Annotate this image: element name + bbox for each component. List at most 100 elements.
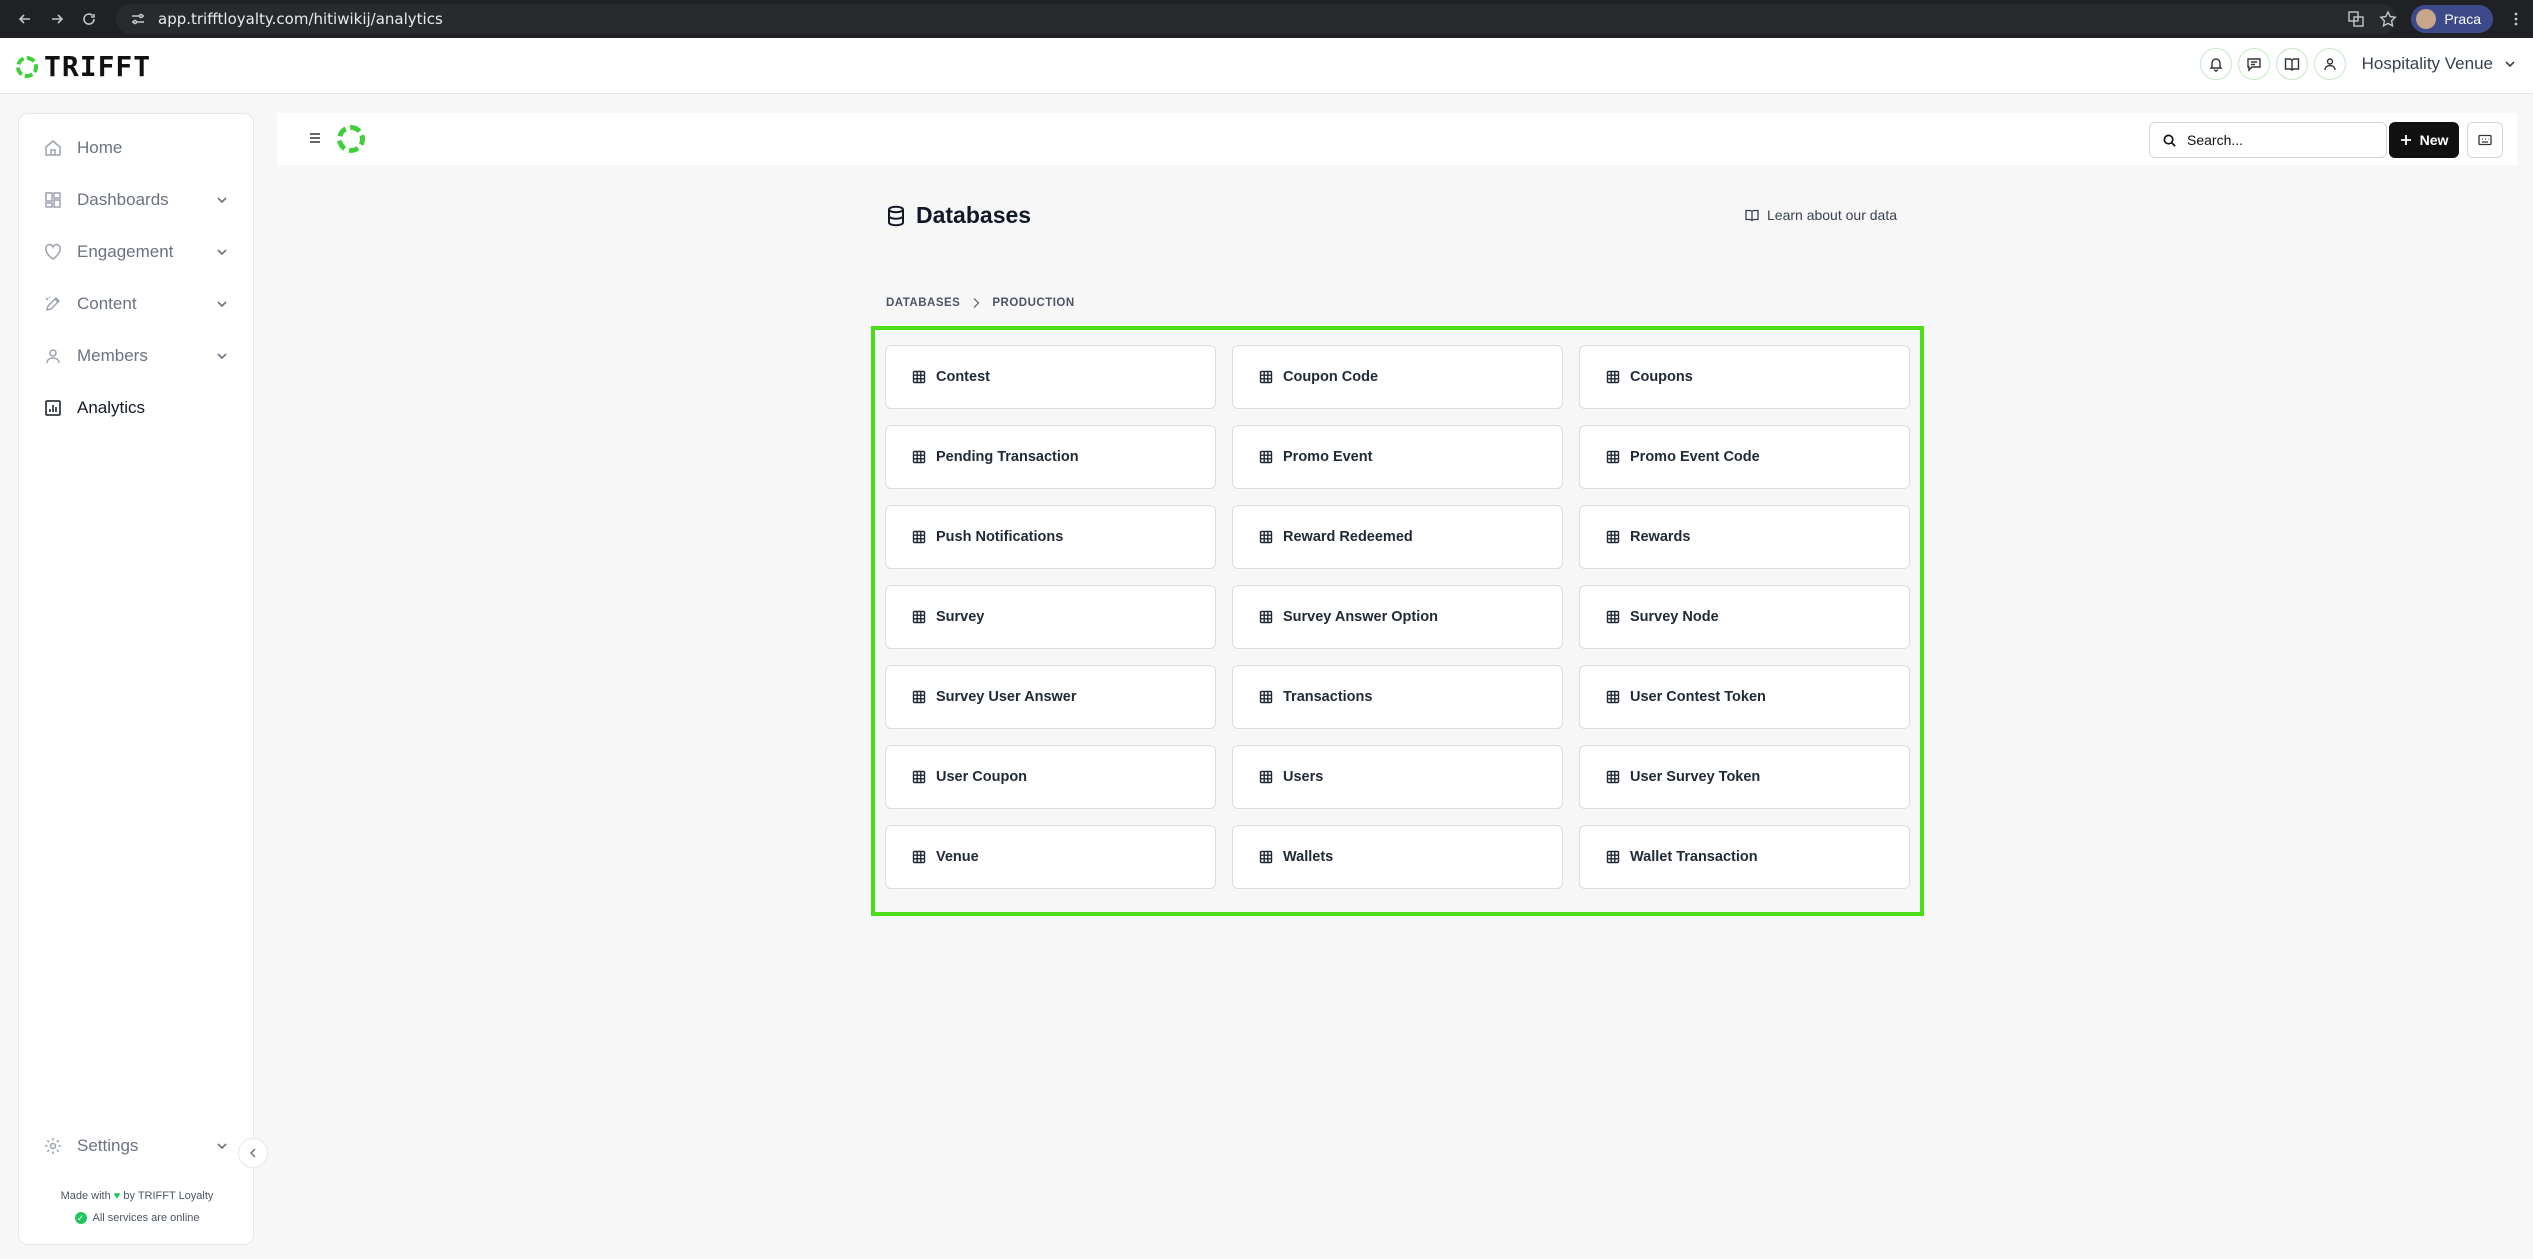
sidebar-item-label: Members: [77, 346, 148, 365]
back-icon[interactable]: [10, 4, 40, 34]
main-topbar: New: [277, 113, 2517, 165]
search-field[interactable]: [2149, 122, 2387, 158]
table-card[interactable]: Users: [1232, 745, 1563, 809]
learn-link-text: Learn about our data: [1767, 207, 1897, 223]
table-card-label: User Survey Token: [1630, 769, 1761, 785]
plus-icon: [2400, 135, 2411, 145]
table-grid-icon: [1606, 690, 1630, 704]
table-card[interactable]: Contest: [885, 345, 1216, 409]
table-grid-icon: [912, 770, 936, 784]
keyboard-icon: [2478, 134, 2492, 146]
table-card[interactable]: Push Notifications: [885, 505, 1216, 569]
site-settings-icon[interactable]: [130, 11, 146, 27]
new-button[interactable]: New: [2389, 122, 2459, 158]
table-card[interactable]: Wallets: [1232, 825, 1563, 889]
sidebar-item-home[interactable]: Home: [19, 128, 255, 168]
table-card-label: Push Notifications: [936, 529, 1064, 545]
breadcrumb-databases[interactable]: DATABASES: [886, 297, 960, 309]
messages-icon[interactable]: [2237, 48, 2270, 80]
url-text: app.trifftloyalty.com/hitiwikij/analytic…: [158, 10, 443, 28]
table-grid-icon: [912, 370, 936, 384]
table-card[interactable]: Venue: [885, 825, 1216, 889]
status-check-icon: ✓: [74, 1212, 87, 1224]
table-grid-icon: [1606, 850, 1630, 864]
table-card[interactable]: Rewards: [1579, 505, 1910, 569]
made-with-line: Made with ♥ by TRIFFT Loyalty: [19, 1190, 255, 1202]
breadcrumb-production: PRODUCTION: [992, 297, 1075, 309]
sidebar-item-label: Engagement: [77, 242, 174, 261]
profile-chip[interactable]: Praca: [2411, 5, 2493, 33]
table-card[interactable]: User Survey Token: [1579, 745, 1910, 809]
trifft-logo[interactable]: TRIFFT: [16, 50, 151, 83]
table-grid-icon: [912, 690, 936, 704]
table-grid-icon: [1606, 450, 1630, 464]
collapse-sidebar-button[interactable]: [238, 1138, 268, 1168]
heart-icon: ♥: [113, 1190, 121, 1202]
table-card[interactable]: Survey: [885, 585, 1216, 649]
tables-grid: Contest Coupon Code Coupons Pending Transac…: [885, 345, 1910, 889]
bookmark-star-icon[interactable]: [2379, 10, 2398, 28]
sidebar-item-engagement[interactable]: Engagement: [19, 232, 255, 272]
browser-toolbar: app.trifftloyalty.com/hitiwikij/analytic…: [0, 0, 2533, 38]
table-card-label: Coupons: [1630, 369, 1693, 385]
logo-text: TRIFFT: [44, 50, 152, 83]
chevron-down-icon: [217, 197, 227, 204]
table-card[interactable]: Pending Transaction: [885, 425, 1216, 489]
brand-logo-icon[interactable]: [337, 125, 365, 153]
table-card[interactable]: Survey Node: [1579, 585, 1910, 649]
docs-book-icon[interactable]: [2275, 48, 2308, 80]
table-card[interactable]: Reward Redeemed: [1232, 505, 1563, 569]
table-grid-icon: [1259, 370, 1283, 384]
sidebar-item-dashboards[interactable]: Dashboards: [19, 180, 255, 220]
home-icon: [45, 140, 61, 156]
table-grid-icon: [912, 530, 936, 544]
chevron-down-icon: [217, 1143, 227, 1150]
page-title: Databases: [886, 202, 1031, 229]
table-card-label: Promo Event: [1283, 449, 1373, 465]
table-card-label: User Contest Token: [1630, 689, 1766, 705]
reload-icon[interactable]: [74, 4, 104, 34]
table-card[interactable]: Promo Event Code: [1579, 425, 1910, 489]
account-user-icon[interactable]: [2313, 48, 2346, 80]
table-card[interactable]: Transactions: [1232, 665, 1563, 729]
search-input[interactable]: [2187, 132, 2367, 148]
table-grid-icon: [1606, 370, 1630, 384]
table-card[interactable]: Survey User Answer: [885, 665, 1216, 729]
learn-about-data-link[interactable]: Learn about our data: [1745, 207, 1897, 223]
sidebar-item-label: Home: [77, 138, 123, 157]
hamburger-menu-icon[interactable]: [307, 130, 323, 146]
chevron-right-icon: [973, 298, 980, 308]
avatar: [2416, 9, 2437, 29]
notifications-bell-icon[interactable]: [2199, 48, 2232, 80]
table-card[interactable]: Promo Event: [1232, 425, 1563, 489]
table-grid-icon: [1259, 450, 1283, 464]
service-status: ✓ All services are online: [19, 1212, 255, 1224]
sidebar-item-label: Dashboards: [77, 190, 169, 209]
forward-icon[interactable]: [42, 4, 72, 34]
browser-menu-icon[interactable]: [2507, 10, 2525, 28]
sidebar-item-members[interactable]: Members: [19, 336, 255, 376]
sidebar-item-content[interactable]: Content: [19, 284, 255, 324]
sidebar-item-label: Settings: [77, 1136, 139, 1155]
chevron-down-icon: [2505, 61, 2515, 68]
table-card[interactable]: User Coupon: [885, 745, 1216, 809]
new-button-label: New: [2419, 132, 2449, 148]
sidebar-item-analytics[interactable]: Analytics: [19, 388, 255, 428]
table-card[interactable]: Coupon Code: [1232, 345, 1563, 409]
table-card[interactable]: Wallet Transaction: [1579, 825, 1910, 889]
logo-mark-icon: [16, 55, 38, 78]
venue-selector[interactable]: Hospitality Venue: [2362, 54, 2517, 74]
table-card[interactable]: User Contest Token: [1579, 665, 1910, 729]
chart-icon: [45, 400, 61, 416]
table-card[interactable]: Coupons: [1579, 345, 1910, 409]
table-card-label: Rewards: [1630, 529, 1691, 545]
sidebar-item-settings[interactable]: Settings: [19, 1126, 255, 1166]
made-by-text: by TRIFFT Loyalty: [123, 1190, 214, 1202]
heart-icon: [45, 243, 61, 260]
keyboard-shortcuts-button[interactable]: [2467, 122, 2503, 158]
address-bar[interactable]: app.trifftloyalty.com/hitiwikij/analytic…: [116, 4, 2396, 34]
translate-icon[interactable]: [2347, 10, 2365, 28]
table-grid-icon: [1259, 530, 1283, 544]
table-card[interactable]: Survey Answer Option: [1232, 585, 1563, 649]
table-card-label: Survey: [936, 609, 985, 625]
